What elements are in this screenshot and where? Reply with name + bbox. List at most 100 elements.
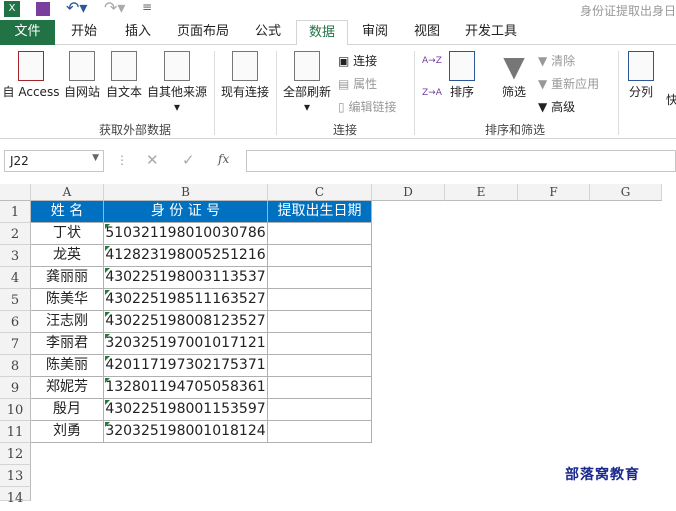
row-header-4[interactable]: 4 xyxy=(0,267,31,289)
table-cell[interactable]: 陈美丽 xyxy=(31,355,104,377)
table-cell[interactable]: 320325197001017121 xyxy=(104,333,268,355)
row-header-1[interactable]: 1 xyxy=(0,201,31,223)
column-header-D[interactable]: D xyxy=(372,184,445,201)
row-header-14[interactable]: 14 xyxy=(0,487,31,506)
table-cell[interactable] xyxy=(268,245,372,267)
column-header-B[interactable]: B xyxy=(104,184,268,201)
insert-function-icon[interactable]: fx xyxy=(218,152,229,166)
table-cell[interactable]: 132801194705058361 xyxy=(104,377,268,399)
row-header-13[interactable]: 13 xyxy=(0,465,31,487)
tab-file[interactable]: 文件 xyxy=(0,20,55,45)
table-cell[interactable]: 龚丽丽 xyxy=(31,267,104,289)
properties-button[interactable]: ▤ 属性 xyxy=(338,75,377,92)
row-header-12[interactable]: 12 xyxy=(0,443,31,465)
table-cell[interactable]: 刘勇 xyxy=(31,421,104,443)
sort-za-button[interactable]: Z→A xyxy=(422,89,442,98)
web-icon xyxy=(69,51,95,81)
tab-page-layout[interactable]: 页面布局 xyxy=(168,20,238,45)
reapply-button[interactable]: ▼ 重新应用 xyxy=(538,75,599,92)
table-cell[interactable] xyxy=(268,399,372,421)
table-cell[interactable]: 殷月 xyxy=(31,399,104,421)
table-cell[interactable]: 郑妮芳 xyxy=(31,377,104,399)
header-cell[interactable]: 姓 名 xyxy=(31,201,104,223)
label: 自文本 xyxy=(105,85,142,99)
column-header-G[interactable]: G xyxy=(590,184,662,201)
table-cell[interactable]: 陈美华 xyxy=(31,289,104,311)
cell-text: 李丽君 xyxy=(46,335,88,351)
row-header-6[interactable]: 6 xyxy=(0,311,31,333)
edit-links-button[interactable]: ▯ 编辑链接 xyxy=(338,98,396,115)
table-cell[interactable] xyxy=(268,267,372,289)
tab-view[interactable]: 视图 xyxy=(404,20,450,45)
undo-icon[interactable]: ↶▾ xyxy=(66,0,87,17)
table-cell[interactable] xyxy=(268,311,372,333)
column-header-F[interactable]: F xyxy=(518,184,590,201)
table-cell[interactable]: 430225198003113537 xyxy=(104,267,268,289)
table-cell[interactable]: 龙英 xyxy=(31,245,104,267)
text-to-columns-icon xyxy=(628,51,654,81)
tab-developer[interactable]: 开发工具 xyxy=(456,20,526,45)
row-header-5[interactable]: 5 xyxy=(0,289,31,311)
row-header-11[interactable]: 11 xyxy=(0,421,31,443)
table-cell[interactable]: 510321198010030786 xyxy=(104,223,268,245)
table-cell[interactable]: 430225198001153597 xyxy=(104,399,268,421)
cell-text: 陈美丽 xyxy=(46,357,88,373)
clear-button[interactable]: ▼ 清除 xyxy=(538,52,575,69)
enter-icon[interactable]: ✓ xyxy=(182,151,195,169)
from-access-button[interactable]: 自 Access xyxy=(2,51,60,100)
table-cell[interactable] xyxy=(268,333,372,355)
sort-button[interactable]: 排序 xyxy=(444,51,480,100)
column-header-C[interactable]: C xyxy=(268,184,372,201)
table-cell[interactable] xyxy=(268,223,372,245)
tab-formulas[interactable]: 公式 xyxy=(244,20,292,45)
from-other-sources-button[interactable]: 自其他来源 ▾ xyxy=(146,51,208,114)
refresh-all-button[interactable]: 全部刷新 ▾ xyxy=(280,51,334,114)
tab-data[interactable]: 数据 xyxy=(296,20,348,46)
table-cell[interactable]: 420117197302175371 xyxy=(104,355,268,377)
row-header-2[interactable]: 2 xyxy=(0,223,31,245)
redo-icon[interactable]: ↷▾ xyxy=(104,0,125,17)
header-cell[interactable]: 提取出生日期 xyxy=(268,201,372,223)
row-header-10[interactable]: 10 xyxy=(0,399,31,421)
row-header-8[interactable]: 8 xyxy=(0,355,31,377)
text-to-columns-button[interactable]: 分列 xyxy=(622,51,660,100)
table-cell[interactable]: 412823198005251216 xyxy=(104,245,268,267)
name-box[interactable]: J22 ▼ xyxy=(4,150,104,172)
tab-home[interactable]: 开始 xyxy=(60,20,108,45)
table-cell[interactable]: 430225198008123527 xyxy=(104,311,268,333)
label: 自其他来源 xyxy=(146,85,207,99)
chevron-down-icon[interactable]: ▼ xyxy=(92,153,99,163)
cell-text: 龙英 xyxy=(53,247,81,263)
advanced-button[interactable]: ▼ 高级 xyxy=(538,98,575,115)
select-all-corner[interactable] xyxy=(0,184,31,201)
table-cell[interactable]: 430225198511163527 xyxy=(104,289,268,311)
cell-text: 412823198005251216 xyxy=(105,247,266,263)
existing-connections-button[interactable]: 现有连接 xyxy=(218,51,272,100)
table-cell[interactable] xyxy=(268,355,372,377)
table-cell[interactable]: 李丽君 xyxy=(31,333,104,355)
formula-input[interactable] xyxy=(246,150,676,172)
table-cell[interactable]: 汪志刚 xyxy=(31,311,104,333)
row-header-7[interactable]: 7 xyxy=(0,333,31,355)
table-cell[interactable] xyxy=(268,421,372,443)
sort-az-button[interactable]: A→Z xyxy=(422,57,442,66)
connections-button[interactable]: ▣ 连接 xyxy=(338,52,377,69)
cancel-icon[interactable]: ✕ xyxy=(146,151,159,169)
column-header-E[interactable]: E xyxy=(445,184,518,201)
customize-qat-icon[interactable]: ≡ xyxy=(142,0,152,14)
table-cell[interactable] xyxy=(268,377,372,399)
header-cell[interactable]: 身 份 证 号 xyxy=(104,201,268,223)
row-header-9[interactable]: 9 xyxy=(0,377,31,399)
from-text-button[interactable]: 自文本 xyxy=(104,51,144,100)
table-cell[interactable] xyxy=(268,289,372,311)
table-cell[interactable]: 丁状 xyxy=(31,223,104,245)
table-cell[interactable]: 320325198001018124 xyxy=(104,421,268,443)
tab-review[interactable]: 审阅 xyxy=(352,20,398,45)
row-header-3[interactable]: 3 xyxy=(0,245,31,267)
filter-button[interactable]: ▼ 筛选 xyxy=(494,51,534,100)
tab-insert[interactable]: 插入 xyxy=(114,20,162,45)
column-header-A[interactable]: A xyxy=(31,184,104,201)
flash-fill-button[interactable]: 快 xyxy=(662,91,676,108)
from-web-button[interactable]: 自网站 xyxy=(62,51,102,100)
save-icon[interactable] xyxy=(36,2,50,16)
